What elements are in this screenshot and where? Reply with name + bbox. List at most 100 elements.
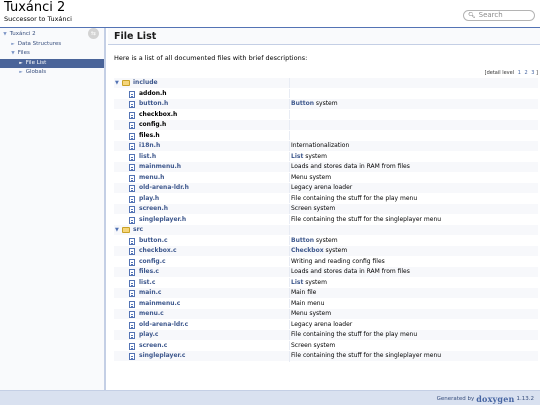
file-icon [129, 311, 135, 318]
sidebar-item[interactable]: ► File List [0, 58, 104, 68]
directory-row: ▼ include [114, 77, 538, 89]
collapse-arrow-icon[interactable]: ► [10, 40, 16, 49]
description-text: Loads and stores data in RAM from files [291, 163, 410, 170]
file-description: File containing the stuff for the single… [291, 351, 441, 362]
file-row: addon.h [114, 87, 538, 99]
sidebar-item-label[interactable]: Tuxánci 2 [10, 31, 36, 37]
sidebar-item[interactable]: ► Data Structures [0, 40, 104, 49]
description-link[interactable]: Checkbox [291, 247, 324, 254]
footer: Generated by doxygen 1.13.2 [0, 390, 540, 405]
description-text: Internationalization [291, 142, 350, 149]
doxygen-logo[interactable]: doxygen [476, 394, 514, 404]
title-area: Tuxánci 2 Successor to Tuxánci 🔍︎ Search [0, 0, 540, 28]
search-input[interactable]: Search [479, 11, 503, 20]
file-row: play.c File containing the stuff for the … [114, 329, 538, 341]
file-icon [129, 353, 135, 360]
file-row: button.c Button system [114, 234, 538, 246]
description-text: File containing the stuff for the play m… [291, 331, 418, 338]
detail-level-3[interactable]: 3 [531, 70, 534, 76]
description-text: system [313, 100, 338, 107]
file-row: old-arena-ldr.h Legacy arena loader [114, 182, 538, 194]
file-row: checkbox.c Checkbox system [114, 245, 538, 257]
sidebar-item-label[interactable]: Files [18, 50, 30, 56]
search-box[interactable]: 🔍︎ Search [463, 10, 535, 21]
description-text: Menu system [291, 310, 332, 317]
file-row: play.h File containing the stuff for the … [114, 192, 538, 204]
file-icon [129, 269, 135, 276]
description-text: system [303, 152, 327, 160]
directory-row: ▼ src [114, 224, 538, 236]
file-icon [129, 258, 135, 266]
file-row: list.h List system [114, 150, 538, 162]
file-row: checkbox.h [114, 108, 538, 120]
doc-content: File List Here is a list of all document… [108, 28, 540, 390]
page-header: File List [108, 28, 540, 45]
description-text: Screen system [291, 205, 336, 212]
file-icon [129, 237, 135, 245]
file-icon [129, 143, 135, 150]
sidebar-item[interactable]: ▼ Tuxánci 2 [0, 30, 104, 39]
description-link[interactable]: Button [291, 100, 314, 107]
detail-level-2[interactable]: 2 [524, 70, 527, 76]
file-row: singleplayer.h File containing the stuff … [114, 213, 538, 225]
sidebar-item-label[interactable]: Globals [26, 69, 46, 75]
description-link[interactable]: List [291, 279, 303, 286]
description-text: Menu system [291, 173, 332, 181]
expand-arrow-icon[interactable]: ▼ [10, 49, 16, 58]
file-row: i18n.h Internationalization [114, 140, 538, 152]
file-icon [129, 195, 135, 203]
sidebar-item-label[interactable]: Data Structures [18, 41, 61, 47]
collapse-arrow-icon[interactable]: ► [18, 59, 24, 68]
description-text: system [313, 236, 338, 244]
file-icon [129, 90, 135, 98]
sidebar-item[interactable]: ► Globals [0, 68, 104, 77]
magnifier-icon[interactable]: 🔍︎ [468, 11, 476, 20]
detail-level-close: ] [536, 70, 538, 76]
description-text: Writing and reading config files [291, 257, 385, 265]
doxygen-version: 1.13.2 [516, 396, 535, 402]
file-icon [129, 174, 135, 182]
file-row: menu.h Menu system [114, 171, 538, 183]
file-row: list.c List system [114, 276, 538, 288]
description-text: Main menu [291, 299, 325, 307]
description-link[interactable]: Button [291, 237, 314, 244]
description-link[interactable]: List [291, 153, 303, 160]
file-icon [129, 206, 135, 213]
file-icon [129, 332, 135, 339]
file-icon [129, 290, 135, 297]
detail-level-label: [detail level [484, 70, 515, 76]
description-text: Main file [291, 289, 317, 296]
file-icon [129, 153, 135, 161]
intro-text: Here is a list of all documented files w… [114, 54, 308, 62]
file-icon [129, 248, 135, 255]
file-row: screen.h Screen system [114, 203, 538, 215]
description-text: system [323, 247, 348, 254]
file-icon [129, 122, 135, 129]
file-row: main.c Main file [114, 287, 538, 299]
file-icon [129, 321, 135, 329]
generated-by-label: Generated by [436, 396, 475, 402]
footer-text: Generated by doxygen 1.13.2 [437, 394, 534, 404]
detail-level-1[interactable]: 1 [518, 70, 521, 76]
file-row: button.h Button system [114, 98, 538, 110]
file-icon [129, 101, 135, 108]
sidebar-item[interactable]: ▼ Files [0, 49, 104, 58]
column-divider [289, 351, 290, 362]
description-text: File containing the stuff for the single… [291, 352, 442, 359]
file-row: files.c Loads and stores data in RAM from… [114, 266, 538, 278]
sidebar-nav-tree: ⇆ ▼ Tuxánci 2 ► Data Structures ▼ Files ► F… [0, 28, 106, 390]
file-row: mainmenu.h Loads and stores data in RAM f… [114, 161, 538, 173]
file-row: mainmenu.c Main menu [114, 297, 538, 309]
sidebar-item-label[interactable]: File List [26, 60, 47, 66]
file-icon [129, 342, 135, 350]
description-text: system [303, 278, 327, 286]
detail-level-selector: [detail level 1 2 3 ] [485, 70, 538, 76]
file-row: files.h [114, 129, 538, 141]
file-icon [129, 111, 135, 119]
expand-arrow-icon[interactable]: ▼ [2, 30, 8, 39]
file-icon [129, 185, 135, 192]
collapse-arrow-icon[interactable]: ► [18, 68, 24, 77]
file-name[interactable]: singleplayer.c [139, 351, 185, 362]
file-row: config.h [114, 119, 538, 131]
file-row: screen.c Screen system [114, 339, 538, 351]
